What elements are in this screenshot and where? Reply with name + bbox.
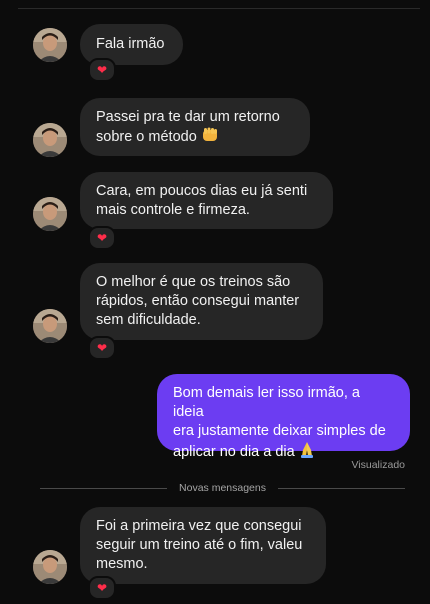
divider-label: Novas mensagens xyxy=(179,482,266,494)
heart-icon: ❤ xyxy=(96,63,108,77)
heart-icon: ❤ xyxy=(96,581,108,595)
avatar[interactable] xyxy=(33,309,67,343)
avatar[interactable] xyxy=(33,550,67,584)
message-bubble[interactable]: O melhor é que os treinos são rápidos, e… xyxy=(80,263,323,340)
avatar[interactable] xyxy=(33,28,67,62)
heart-reaction[interactable]: ❤ xyxy=(88,336,116,360)
divider-line xyxy=(277,487,405,489)
heart-reaction[interactable]: ❤ xyxy=(88,226,116,250)
message-text: Foi a primeira vez que consegui seguir u… xyxy=(96,518,303,572)
fist-emoji-icon xyxy=(201,127,219,143)
message-bubble[interactable]: Cara, em poucos dias eu já senti mais co… xyxy=(80,172,333,229)
message-bubble[interactable]: Foi a primeira vez que consegui seguir u… xyxy=(80,507,326,584)
praying-hands-icon xyxy=(299,441,315,458)
message-bubble[interactable]: Passei pra te dar um retorno sobre o mét… xyxy=(80,98,310,156)
heart-icon: ❤ xyxy=(96,341,108,355)
avatar[interactable] xyxy=(33,123,67,157)
avatar[interactable] xyxy=(33,197,67,231)
message-text: Fala irmão xyxy=(96,36,165,52)
chat-thread: Fala irmão ❤ Passei pra te dar um retorn… xyxy=(0,0,430,604)
message-text: O melhor é que os treinos são rápidos, e… xyxy=(96,274,300,328)
message-text: Passei pra te dar um retorno sobre o mét… xyxy=(96,109,280,145)
top-divider xyxy=(18,8,420,9)
divider-line xyxy=(40,487,168,489)
heart-icon: ❤ xyxy=(96,231,108,245)
heart-reaction[interactable]: ❤ xyxy=(88,58,116,82)
heart-reaction[interactable]: ❤ xyxy=(88,576,116,600)
new-messages-divider: Novas mensagens xyxy=(40,480,405,496)
outgoing-message-bubble[interactable]: Bom demais ler isso irmão, a ideia era j… xyxy=(157,374,410,460)
message-text: Bom demais ler isso irmão, a ideia era j… xyxy=(173,385,386,460)
message-text: Cara, em poucos dias eu já senti mais co… xyxy=(96,183,308,218)
seen-status: Visualizado xyxy=(351,459,405,471)
